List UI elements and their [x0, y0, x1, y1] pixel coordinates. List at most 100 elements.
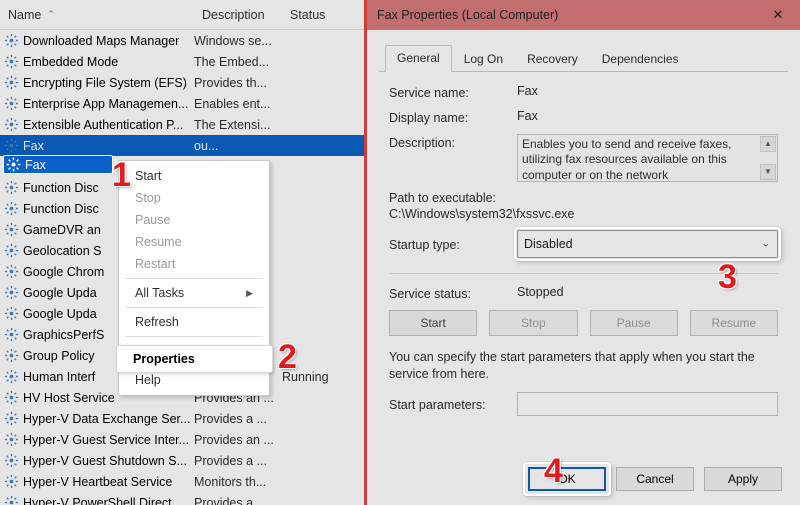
service-name: Function Disc: [23, 202, 99, 216]
selected-service-highlight[interactable]: Fax: [3, 155, 113, 174]
gear-icon: [4, 411, 19, 426]
service-row[interactable]: Extensible Authentication P... The Extens…: [0, 114, 364, 135]
startup-type-value: Disabled: [524, 237, 573, 251]
service-name: Google Chrom: [23, 265, 104, 279]
ctx-properties[interactable]: Properties: [116, 345, 273, 373]
sort-caret-icon: ⌃: [47, 9, 55, 20]
ctx-resume: Resume: [119, 231, 269, 253]
service-name: Geolocation S: [23, 244, 102, 258]
gear-icon: [4, 474, 19, 489]
tab-recovery[interactable]: Recovery: [515, 46, 590, 72]
service-desc: Provides a ...: [194, 496, 282, 505]
scroll-up-icon[interactable]: ▲: [760, 136, 776, 152]
service-row[interactable]: Encrypting File System (EFS) Provides th.…: [0, 72, 364, 93]
ctx-start[interactable]: Start: [119, 165, 269, 187]
service-name: Hyper-V Data Exchange Ser...: [23, 412, 190, 426]
label-start-params: Start parameters:: [389, 396, 507, 412]
label-service-name: Service name:: [389, 84, 507, 100]
pause-button: Pause: [590, 310, 678, 336]
gear-icon: [6, 157, 21, 172]
gear-icon: [4, 369, 19, 384]
service-name: GameDVR an: [23, 223, 101, 237]
gear-icon: [4, 138, 19, 153]
value-service-name: Fax: [517, 84, 778, 98]
gear-icon: [4, 285, 19, 300]
gear-icon: [4, 117, 19, 132]
chevron-right-icon: ▶: [246, 288, 253, 299]
gear-icon: [4, 201, 19, 216]
properties-dialog: Fax Properties (Local Computer) ✕ Genera…: [367, 0, 800, 505]
service-desc: Windows se...: [194, 34, 282, 48]
gear-icon: [4, 96, 19, 111]
service-row[interactable]: Enterprise App Managemen...Enables ent..…: [0, 93, 364, 114]
dialog-footer: OK Cancel Apply: [367, 457, 800, 505]
service-row[interactable]: Faxou...: [0, 135, 364, 156]
column-header-status[interactable]: Status: [282, 2, 342, 28]
service-name: Google Upda: [23, 286, 97, 300]
stop-button: Stop: [489, 310, 577, 336]
startup-type-dropdown[interactable]: Disabled ⌄: [517, 230, 778, 258]
gear-icon: [4, 243, 19, 258]
chevron-down-icon: ⌄: [762, 239, 770, 250]
service-row[interactable]: Hyper-V Guest Service Inter...Provides a…: [0, 429, 364, 450]
close-button[interactable]: ✕: [756, 0, 800, 30]
annotation-step-4: 4: [544, 452, 563, 491]
gear-icon: [4, 222, 19, 237]
label-startup-type: Startup type:: [389, 236, 507, 252]
start-button[interactable]: Start: [389, 310, 477, 336]
gear-icon: [4, 180, 19, 195]
apply-button[interactable]: Apply: [704, 467, 782, 491]
ctx-all-tasks[interactable]: All Tasks▶: [119, 282, 269, 304]
service-desc: The Embed...: [194, 55, 282, 69]
service-desc: Provides a ...: [194, 412, 282, 426]
service-name: Hyper-V Guest Shutdown S...: [23, 454, 187, 468]
tab-logon[interactable]: Log On: [452, 46, 515, 72]
cancel-button[interactable]: Cancel: [616, 467, 694, 491]
service-row[interactable]: Hyper-V Guest Shutdown S...Provides a ..…: [0, 450, 364, 471]
service-desc: Provides th...: [194, 76, 282, 90]
label-service-status: Service status:: [389, 285, 507, 301]
service-row[interactable]: Hyper-V Data Exchange Ser... Provides a .…: [0, 408, 364, 429]
service-name: Encrypting File System (EFS): [23, 76, 187, 90]
value-description: Enables you to send and receive faxes, u…: [522, 137, 731, 182]
dialog-title: Fax Properties (Local Computer): [377, 8, 558, 22]
label-description: Description:: [389, 134, 507, 150]
value-display-name: Fax: [517, 109, 778, 123]
service-row[interactable]: Embedded Mode The Embed...: [0, 51, 364, 72]
scroll-down-icon[interactable]: ▼: [760, 164, 776, 180]
column-header-description[interactable]: Description: [194, 2, 282, 28]
service-name: GraphicsPerfS: [23, 328, 104, 342]
service-name: Google Upda: [23, 307, 97, 321]
label-display-name: Display name:: [389, 109, 507, 125]
ctx-pause: Pause: [119, 209, 269, 231]
ctx-refresh[interactable]: Refresh: [119, 311, 269, 333]
description-textbox[interactable]: Enables you to send and receive faxes, u…: [517, 134, 778, 182]
ok-button[interactable]: OK: [528, 467, 606, 491]
service-row[interactable]: Hyper-V Heartbeat ServiceMonitors th...: [0, 471, 364, 492]
service-row[interactable]: Hyper-V PowerShell Direct ...Provides a …: [0, 492, 364, 505]
gear-icon: [4, 348, 19, 363]
gear-icon: [4, 327, 19, 342]
gear-icon: [4, 432, 19, 447]
service-name: Hyper-V Heartbeat Service: [23, 475, 172, 489]
service-name: Embedded Mode: [23, 55, 118, 69]
dialog-titlebar[interactable]: Fax Properties (Local Computer) ✕: [367, 0, 800, 30]
scrollbar[interactable]: ▲ ▼: [760, 136, 776, 180]
ctx-restart: Restart: [119, 253, 269, 275]
service-name: Fax: [23, 139, 44, 153]
tab-dependencies[interactable]: Dependencies: [590, 46, 691, 72]
resume-button: Resume: [690, 310, 778, 336]
tab-general[interactable]: General: [385, 45, 452, 72]
column-header-name[interactable]: Name⌃: [0, 2, 194, 28]
service-name: Downloaded Maps Manager: [23, 34, 179, 48]
label-path-exec: Path to executable:: [389, 191, 778, 205]
service-row[interactable]: Downloaded Maps Manager Windows se...: [0, 30, 364, 51]
service-name: Human Interf: [23, 370, 95, 384]
list-header[interactable]: Name⌃ Description Status: [0, 0, 364, 30]
service-name: Extensible Authentication P...: [23, 118, 183, 132]
start-parameters-input[interactable]: [517, 392, 778, 416]
gear-icon: [4, 75, 19, 90]
service-desc: The Extensi...: [194, 118, 282, 132]
ctx-stop: Stop: [119, 187, 269, 209]
service-name: Group Policy: [23, 349, 95, 363]
